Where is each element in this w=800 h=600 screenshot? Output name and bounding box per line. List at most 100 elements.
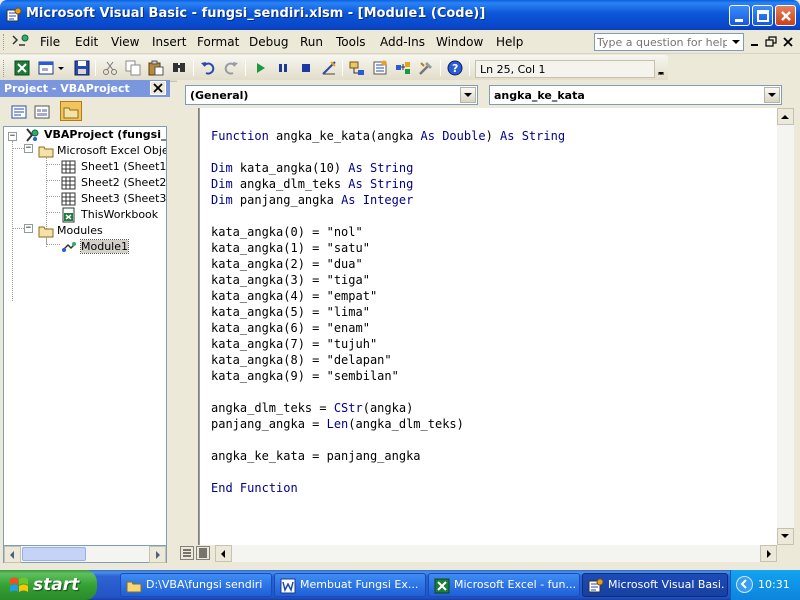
code-line[interactable]: kata_angka(9) = "sembilan" [211, 368, 565, 384]
view-object-icon[interactable] [31, 101, 53, 121]
doc-minimize-button[interactable] [748, 35, 762, 49]
menu-debug[interactable]: Debug [249, 35, 288, 49]
run-icon[interactable] [250, 58, 270, 78]
cut-icon[interactable] [100, 58, 120, 78]
code-margin[interactable] [177, 108, 199, 545]
menu-tools[interactable]: Tools [336, 35, 366, 49]
scroll-down-icon[interactable] [777, 528, 794, 545]
tree-horizontal-scrollbar[interactable] [3, 546, 167, 563]
menu-view[interactable]: View [111, 35, 139, 49]
scroll-right-icon[interactable] [760, 545, 777, 562]
code-line[interactable] [211, 208, 565, 224]
code-vertical-scrollbar[interactable] [777, 108, 794, 545]
code-line[interactable]: kata_angka(4) = "empat" [211, 288, 565, 304]
project-explorer-icon[interactable] [347, 58, 367, 78]
code-line[interactable]: kata_angka(5) = "lima" [211, 304, 565, 320]
menu-insert[interactable]: Insert [152, 35, 186, 49]
code-line[interactable]: Function angka_ke_kata(angka As Double) … [211, 128, 565, 144]
ask-question-box[interactable] [594, 33, 744, 51]
doc-close-button[interactable] [781, 35, 795, 49]
menu-help[interactable]: Help [496, 35, 523, 49]
view-code-icon[interactable] [8, 101, 30, 121]
copy-icon[interactable] [123, 58, 143, 78]
find-icon[interactable] [169, 58, 189, 78]
code-line[interactable]: kata_angka(3) = "tiga" [211, 272, 565, 288]
object-combo[interactable]: (General) [185, 85, 478, 105]
object-browser-icon[interactable] [393, 58, 413, 78]
scroll-up-icon[interactable] [777, 108, 794, 125]
code-line[interactable]: angka_dlm_teks = CStr(angka) [211, 400, 565, 416]
procedure-view-icon[interactable] [180, 546, 194, 560]
code-line[interactable] [211, 464, 565, 480]
reset-icon[interactable] [296, 58, 316, 78]
code-line[interactable]: kata_angka(8) = "delapan" [211, 352, 565, 368]
vbe-menu-icon[interactable] [10, 33, 30, 54]
menu-file[interactable]: File [40, 35, 60, 49]
code-line[interactable]: End Function [211, 480, 565, 496]
code-line[interactable]: kata_angka(6) = "enam" [211, 320, 565, 336]
scroll-left-icon[interactable] [215, 545, 232, 562]
procedure-combo[interactable]: angka_ke_kata [489, 85, 782, 105]
task-word[interactable]: Membuat Fungsi Ex... [274, 573, 426, 597]
project-close-icon[interactable] [150, 81, 166, 95]
code-horizontal-scrollbar[interactable] [215, 545, 777, 562]
chevron-down-icon[interactable] [460, 87, 476, 103]
code-editor[interactable]: Function angka_ke_kata(angka As Double) … [199, 108, 777, 545]
scroll-right-icon[interactable] [149, 546, 166, 563]
collapse-icon[interactable]: − [8, 132, 17, 141]
doc-restore-button[interactable] [764, 35, 778, 49]
task-excel[interactable]: Microsoft Excel - fun... [428, 573, 580, 597]
design-mode-icon[interactable] [319, 58, 339, 78]
menu-window[interactable]: Window [436, 35, 483, 49]
code-line[interactable] [211, 384, 565, 400]
code-line[interactable] [211, 432, 565, 448]
toolbar-grip[interactable] [3, 60, 6, 77]
minimize-button[interactable] [729, 5, 750, 26]
code-line[interactable]: Dim angka_dlm_teks As String [211, 176, 565, 192]
undo-icon[interactable] [198, 58, 218, 78]
paste-icon[interactable] [146, 58, 166, 78]
save-icon[interactable] [72, 58, 92, 78]
toolbox-icon[interactable] [416, 58, 436, 78]
title-bar[interactable]: Microsoft Visual Basic - fungsi_sendiri.… [0, 0, 800, 30]
code-text[interactable]: Function angka_ke_kata(angka As Double) … [211, 128, 565, 496]
maximize-button[interactable] [752, 5, 773, 26]
collapse-icon[interactable]: − [24, 144, 33, 153]
task-vbe[interactable]: Microsoft Visual Basi... [582, 573, 728, 597]
vbe-app-icon[interactable] [6, 7, 22, 23]
start-button[interactable]: start [0, 570, 97, 600]
code-line[interactable]: angka_ke_kata = panjang_angka [211, 448, 565, 464]
insert-dropdown-icon[interactable] [56, 58, 66, 78]
code-line[interactable]: Dim panjang_angka As Integer [211, 192, 565, 208]
view-excel-icon[interactable] [12, 58, 32, 78]
show-hidden-icons-icon[interactable] [736, 576, 753, 593]
full-module-view-icon[interactable] [196, 546, 210, 560]
code-line[interactable]: kata_angka(1) = "satu" [211, 240, 565, 256]
task-folder[interactable]: D:\VBA\fungsi sendiri [120, 573, 272, 597]
menu-grip[interactable] [3, 34, 6, 50]
redo-icon[interactable] [221, 58, 241, 78]
ask-dropdown-arrow-icon[interactable] [729, 34, 743, 50]
properties-window-icon[interactable] [370, 58, 390, 78]
chevron-down-icon[interactable] [764, 87, 780, 103]
code-line[interactable]: Dim kata_angka(10) As String [211, 160, 565, 176]
menu-format[interactable]: Format [197, 35, 239, 49]
code-line[interactable]: kata_angka(2) = "dua" [211, 256, 565, 272]
toolbar-options-icon[interactable] [655, 58, 667, 80]
help-icon[interactable]: ? [445, 58, 465, 78]
menu-edit[interactable]: Edit [75, 35, 98, 49]
menu-run[interactable]: Run [300, 35, 323, 49]
code-line[interactable]: kata_angka(0) = "nol" [211, 224, 565, 240]
collapse-icon[interactable]: − [24, 224, 33, 233]
scroll-thumb[interactable] [22, 547, 86, 561]
project-tree[interactable]: − VBAProject (fungsi_se − Microsoft Exce… [3, 126, 167, 546]
code-line[interactable]: panjang_angka = Len(angka_dlm_teks) [211, 416, 565, 432]
menu-add-ins[interactable]: Add-Ins [380, 35, 425, 49]
insert-userform-icon[interactable] [36, 58, 56, 78]
scroll-left-icon[interactable] [4, 546, 21, 563]
ask-question-input[interactable] [597, 35, 727, 49]
close-button[interactable] [775, 5, 796, 26]
code-line[interactable]: kata_angka(7) = "tujuh" [211, 336, 565, 352]
break-icon[interactable] [273, 58, 293, 78]
toggle-folders-icon[interactable] [60, 101, 82, 121]
